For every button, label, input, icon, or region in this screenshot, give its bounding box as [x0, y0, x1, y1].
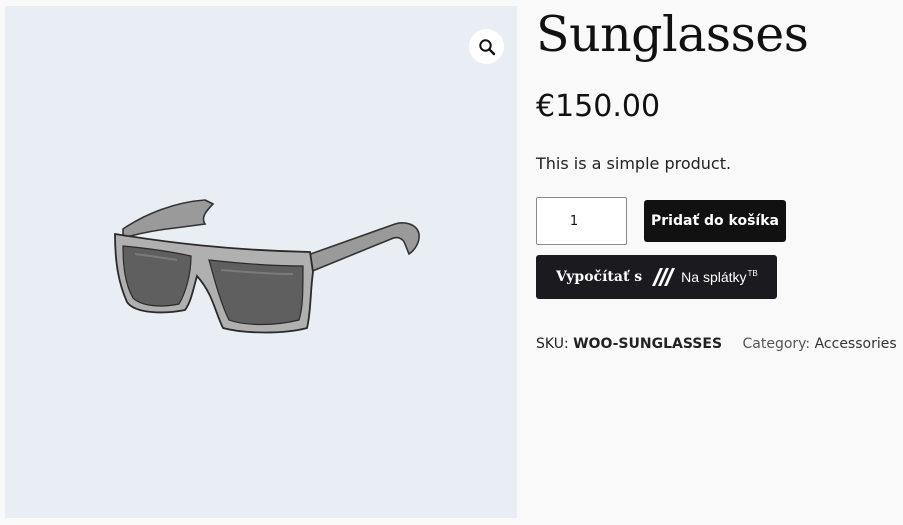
installment-logo-icon	[652, 268, 676, 286]
calc-suffix-sup: TB	[747, 269, 758, 279]
quantity-input[interactable]	[536, 197, 627, 245]
sku-label: SKU:	[536, 336, 569, 352]
product-title: Sunglasses	[536, 6, 809, 63]
calc-suffix-label: Na splátkyTB	[681, 269, 758, 285]
product-price: €150.00	[536, 89, 661, 124]
magnifier-icon	[478, 38, 495, 55]
calc-prefix-label: Vypočítať s	[556, 269, 643, 285]
zoom-button[interactable]	[469, 29, 504, 64]
sku-value: WOO-SUNGLASSES	[573, 336, 723, 352]
category-link[interactable]: Accessories	[815, 336, 897, 352]
add-to-cart-button[interactable]: Pridať do košíka	[644, 200, 786, 242]
product-short-description: This is a simple product.	[536, 154, 732, 173]
calc-suffix-text: Na splátky	[681, 269, 747, 285]
installment-calculator-button[interactable]: Vypočítať s Na splátkyTB	[536, 255, 777, 299]
category-label: Category:	[742, 336, 811, 352]
product-gallery	[5, 6, 517, 518]
product-image[interactable]	[105, 194, 425, 339]
product-meta: SKU: WOO-SUNGLASSES Category: Accessorie…	[536, 334, 897, 354]
product-page: Sunglasses €150.00 This is a simple prod…	[0, 0, 903, 525]
